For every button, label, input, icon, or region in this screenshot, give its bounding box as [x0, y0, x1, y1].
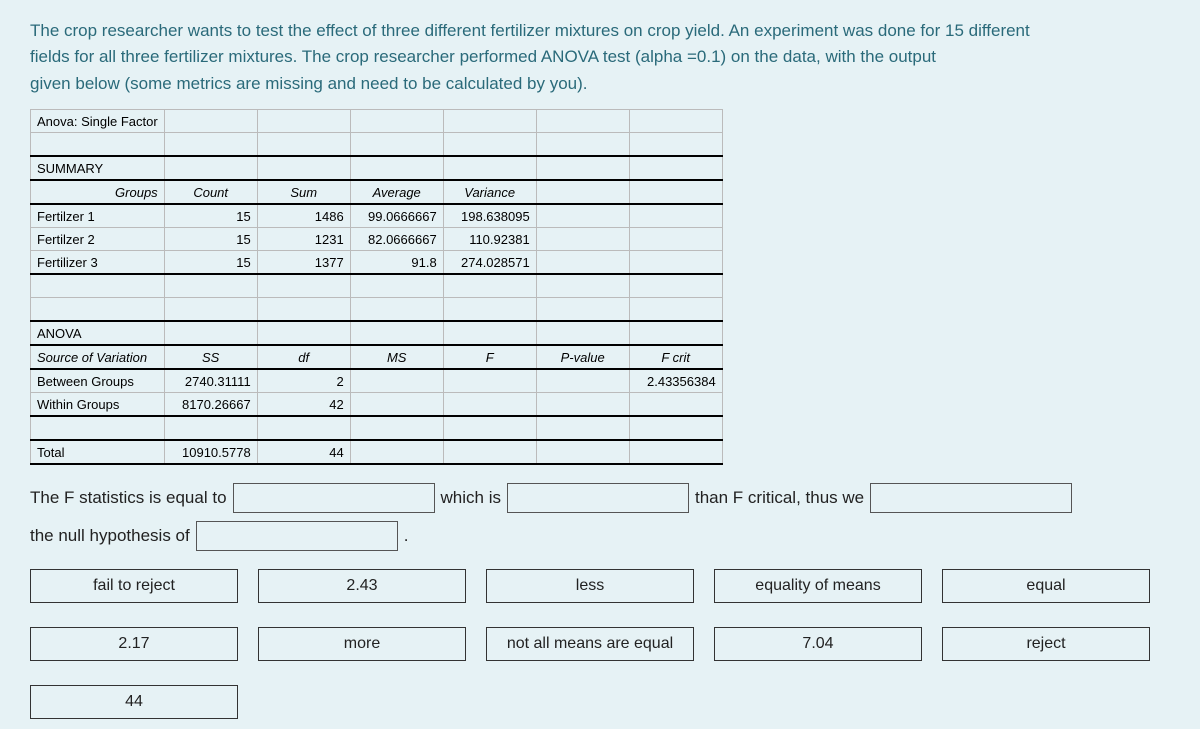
hdr-fcrit: F crit — [629, 345, 722, 369]
intro-line-1: The crop researcher wants to test the ef… — [30, 21, 1030, 40]
sheet-title: Anova: Single Factor — [31, 110, 165, 133]
hdr-sov: Source of Variation — [31, 345, 165, 369]
option-2-43[interactable]: 2.43 — [258, 569, 466, 603]
fill-sentence-line-1: The F statistics is equal to which is th… — [30, 483, 1170, 513]
option-44[interactable]: 44 — [30, 685, 238, 719]
group-3: Fertilizer 3 — [31, 251, 165, 275]
hdr-df: df — [257, 345, 350, 369]
between-label: Between Groups — [31, 369, 165, 393]
summary-label: SUMMARY — [31, 156, 165, 180]
intro-line-3: given below (some metrics are missing an… — [30, 74, 588, 93]
drop-target-fstat[interactable] — [233, 483, 435, 513]
sentence-p5: . — [404, 526, 409, 546]
hdr-count: Count — [164, 180, 257, 204]
sentence-p1: The F statistics is equal to — [30, 488, 227, 508]
hdr-ss: SS — [164, 345, 257, 369]
drop-target-decision[interactable] — [870, 483, 1072, 513]
hdr-groups: Groups — [31, 180, 165, 204]
intro-line-2: fields for all three fertilizer mixtures… — [30, 47, 936, 66]
hdr-ms: MS — [350, 345, 443, 369]
option-equality-of-means[interactable]: equality of means — [714, 569, 922, 603]
option-fail-to-reject[interactable]: fail to reject — [30, 569, 238, 603]
option-equal[interactable]: equal — [942, 569, 1150, 603]
hdr-average: Average — [350, 180, 443, 204]
group-2: Fertilzer 2 — [31, 228, 165, 251]
problem-statement: The crop researcher wants to test the ef… — [30, 18, 1170, 97]
answer-options: fail to reject 2.43 less equality of mea… — [30, 569, 1170, 719]
drop-target-hypothesis[interactable] — [196, 521, 398, 551]
group-1: Fertilzer 1 — [31, 204, 165, 228]
sentence-p2: which is — [441, 488, 501, 508]
anova-spreadsheet: Anova: Single Factor SUMMARY Groups Coun… — [30, 109, 723, 465]
option-7-04[interactable]: 7.04 — [714, 627, 922, 661]
option-less[interactable]: less — [486, 569, 694, 603]
drop-target-comparison[interactable] — [507, 483, 689, 513]
sentence-p4: the null hypothesis of — [30, 526, 190, 546]
hdr-sum: Sum — [257, 180, 350, 204]
total-label: Total — [31, 440, 165, 464]
option-not-all-means-equal[interactable]: not all means are equal — [486, 627, 694, 661]
within-label: Within Groups — [31, 393, 165, 417]
hdr-variance: Variance — [443, 180, 536, 204]
hdr-pvalue: P-value — [536, 345, 629, 369]
fill-sentence-line-2: the null hypothesis of . — [30, 521, 1170, 551]
sentence-p3: than F critical, thus we — [695, 488, 864, 508]
option-more[interactable]: more — [258, 627, 466, 661]
option-2-17[interactable]: 2.17 — [30, 627, 238, 661]
hdr-f: F — [443, 345, 536, 369]
option-reject[interactable]: reject — [942, 627, 1150, 661]
anova-label: ANOVA — [31, 321, 165, 345]
